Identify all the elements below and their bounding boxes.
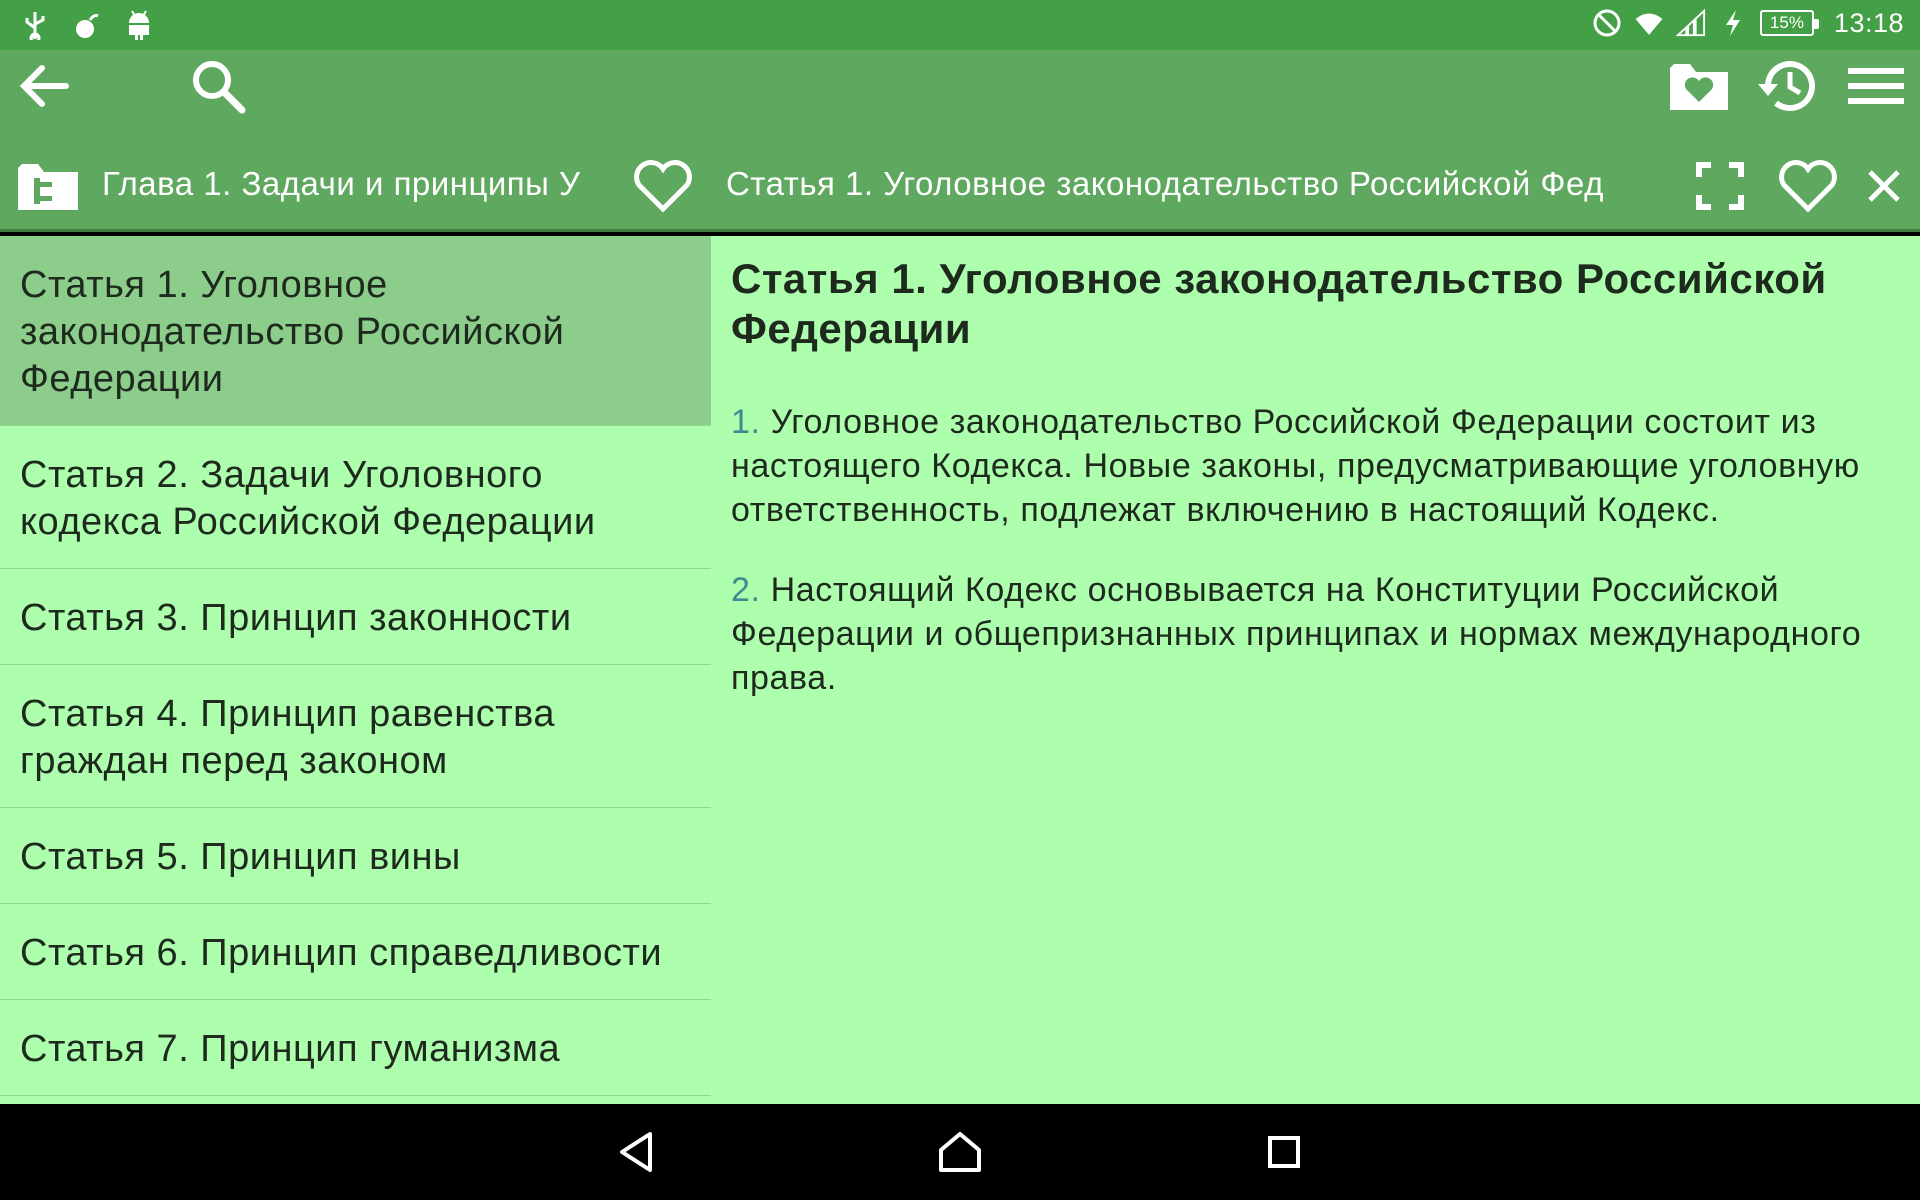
nav-recents-icon	[1268, 1136, 1300, 1168]
close-icon	[1868, 170, 1900, 202]
article-title: Статья 1. Уголовное законодательство Рос…	[731, 255, 1827, 352]
menu-button[interactable]	[1840, 50, 1912, 122]
usb-icon	[20, 8, 50, 42]
paragraph-number: 1.	[731, 403, 761, 441]
article-list: Статья 1. Уголовное законодательство Рос…	[0, 236, 711, 1104]
signal-icon	[1675, 6, 1706, 40]
do-not-disturb-icon	[1592, 6, 1622, 40]
back-button[interactable]	[8, 50, 80, 122]
nav-back-icon	[620, 1132, 652, 1172]
list-item[interactable]: Статья 3. Принцип законности	[0, 569, 711, 665]
battery-icon: 15%	[1759, 10, 1819, 36]
heart-outline-icon	[1779, 160, 1837, 213]
back-arrow-icon	[19, 65, 69, 107]
article-paragraph: 1. Уголовное законодательство Российской…	[731, 400, 1900, 532]
list-item[interactable]: Статья 1. Уголовное законодательство Рос…	[0, 236, 711, 426]
article-favorite-button[interactable]	[1772, 150, 1844, 222]
history-button[interactable]	[1751, 50, 1823, 122]
list-item[interactable]: Статья 5. Принцип вины	[0, 808, 711, 904]
charging-icon	[1718, 6, 1748, 40]
battery-level: 15%	[1769, 13, 1804, 32]
search-icon	[193, 61, 246, 114]
nav-home-button[interactable]	[930, 1122, 990, 1182]
android-icon	[124, 8, 154, 42]
paragraph-number: 2.	[731, 571, 761, 609]
nav-recents-button[interactable]	[1254, 1122, 1314, 1182]
tabs-bar: Глава 1. Задачи и принципы У Статья 1. У…	[0, 140, 1920, 232]
paragraph-text: Уголовное законодательство Российской Фе…	[731, 403, 1860, 529]
article-paragraph: 2. Настоящий Кодекс основывается на Конс…	[731, 568, 1900, 700]
bomb-icon	[72, 8, 102, 42]
history-icon	[1758, 61, 1815, 112]
chapters-button[interactable]	[12, 150, 84, 222]
heart-outline-icon	[634, 160, 692, 213]
favorites-button[interactable]	[1663, 50, 1735, 122]
favorites-folder-icon	[1670, 64, 1728, 110]
nav-home-icon	[939, 1132, 981, 1172]
list-item[interactable]: Статья 2. Задачи Уголовного кодекса Росс…	[0, 426, 711, 569]
tab-chapter[interactable]: Глава 1. Задачи и принципы У	[102, 162, 614, 206]
list-item[interactable]: Статья 6. Принцип справедливости	[0, 904, 711, 1000]
tab-article[interactable]: Статья 1. Уголовное законодательство Рос…	[726, 162, 1672, 206]
chapter-favorite-button[interactable]	[627, 150, 699, 222]
menu-icon	[1848, 68, 1904, 104]
article-content: Статья 1. Уголовное законодательство Рос…	[713, 236, 1920, 1104]
wifi-icon	[1634, 6, 1664, 40]
search-button[interactable]	[182, 50, 254, 122]
navigation-bar	[0, 1104, 1920, 1200]
nav-back-button[interactable]	[606, 1122, 666, 1182]
paragraph-text: Настоящий Кодекс основывается на Констит…	[731, 571, 1862, 697]
clock: 13:18	[1833, 7, 1904, 38]
list-item[interactable]: Статья 4. Принцип равенства граждан пере…	[0, 665, 711, 808]
status-bar: 15% 13:18	[0, 0, 1920, 50]
close-tab-button[interactable]	[1848, 150, 1920, 222]
fullscreen-icon	[1696, 162, 1744, 210]
tree-folder-icon	[18, 164, 78, 210]
fullscreen-button[interactable]	[1684, 150, 1756, 222]
list-item[interactable]: Статья 7. Принцип гуманизма	[0, 1000, 711, 1096]
